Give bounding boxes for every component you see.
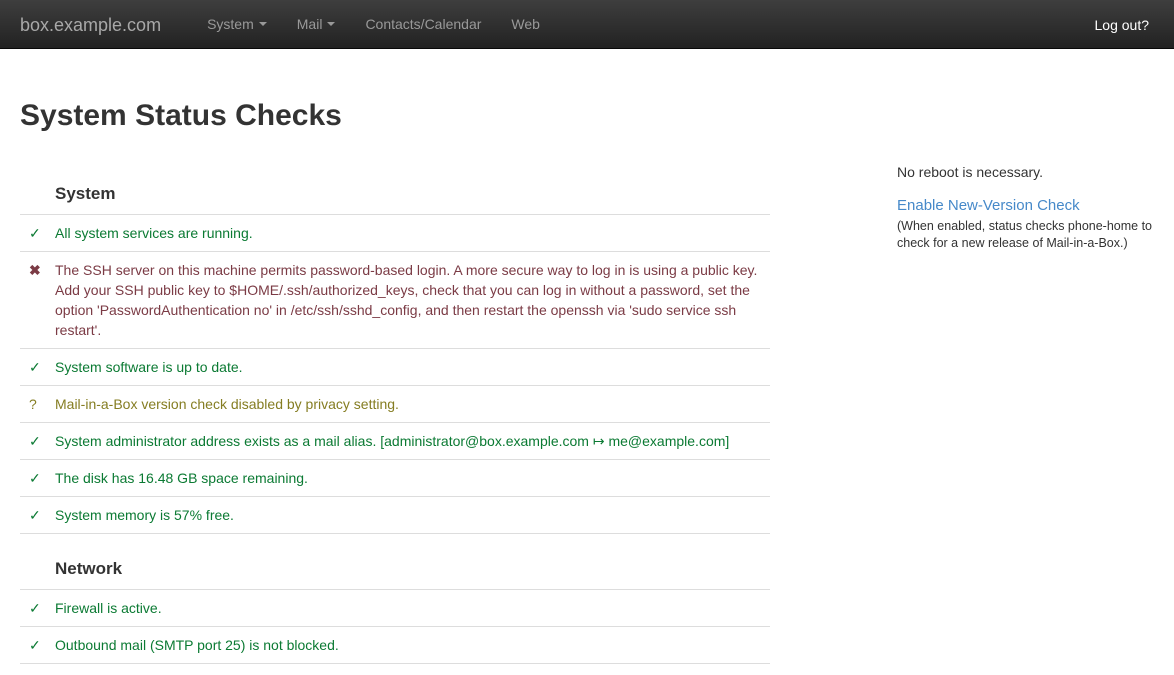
nav-contacts-calendar-label: Contacts/Calendar <box>365 14 481 34</box>
navbar: box.example.com System Mail Contacts/Cal… <box>0 0 1174 49</box>
nav-contacts-calendar[interactable]: Contacts/Calendar <box>350 0 496 48</box>
status-check-row: ✓ Firewall is active. <box>20 590 770 627</box>
status-check-row: ✖ The SSH server on this machine permits… <box>20 252 770 349</box>
status-check-row: ✓ The disk has 16.48 GB space remaining. <box>20 460 770 497</box>
status-ok-icon: ✓ <box>20 431 55 451</box>
reboot-status: No reboot is necessary. <box>897 162 1157 182</box>
caret-down-icon <box>327 22 335 26</box>
status-checks-panel: System Status Checks System ✓ All system… <box>20 49 770 664</box>
section-heading-system: System <box>20 184 770 215</box>
section-heading-network: Network <box>20 559 770 590</box>
nav-web-label: Web <box>511 14 540 34</box>
status-check-text: The SSH server on this machine permits p… <box>55 260 770 340</box>
status-check-text: System memory is 57% free. <box>55 505 770 525</box>
status-check-text: The disk has 16.48 GB space remaining. <box>55 468 770 488</box>
caret-down-icon <box>259 22 267 26</box>
nav-system[interactable]: System <box>192 0 282 48</box>
status-check-row: ✓ System memory is 57% free. <box>20 497 770 534</box>
status-error-icon: ✖ <box>20 260 55 340</box>
status-ok-icon: ✓ <box>20 505 55 525</box>
sidebar: No reboot is necessary. Enable New-Versi… <box>897 162 1157 252</box>
version-check-note: (When enabled, status checks phone-home … <box>897 218 1157 252</box>
status-check-row: ✓ System administrator address exists as… <box>20 423 770 460</box>
status-check-text: Mail-in-a-Box version check disabled by … <box>55 394 770 414</box>
status-check-row: ✓ All system services are running. <box>20 215 770 252</box>
brand-link[interactable]: box.example.com <box>0 0 176 48</box>
status-ok-icon: ✓ <box>20 468 55 488</box>
main-nav: System Mail Contacts/Calendar Web <box>192 0 555 48</box>
status-check-text: System software is up to date. <box>55 357 770 377</box>
page-title: System Status Checks <box>20 99 770 132</box>
status-ok-icon: ✓ <box>20 598 55 618</box>
nav-mail[interactable]: Mail <box>282 0 351 48</box>
logout-link[interactable]: Log out? <box>1080 0 1174 48</box>
status-warning-icon: ? <box>20 394 55 414</box>
status-check-text: Outbound mail (SMTP port 25) is not bloc… <box>55 635 770 655</box>
status-check-text: All system services are running. <box>55 223 770 243</box>
status-check-row: ✓ Outbound mail (SMTP port 25) is not bl… <box>20 627 770 664</box>
status-check-row: ✓ System software is up to date. <box>20 349 770 386</box>
status-ok-icon: ✓ <box>20 223 55 243</box>
nav-web[interactable]: Web <box>496 0 555 48</box>
nav-mail-label: Mail <box>297 14 323 34</box>
status-ok-icon: ✓ <box>20 635 55 655</box>
status-check-text: System administrator address exists as a… <box>55 431 770 451</box>
content: System Status Checks System ✓ All system… <box>0 49 1174 664</box>
enable-version-check-link[interactable]: Enable New-Version Check <box>897 196 1080 216</box>
nav-system-label: System <box>207 14 254 34</box>
status-ok-icon: ✓ <box>20 357 55 377</box>
status-check-text: Firewall is active. <box>55 598 770 618</box>
status-check-row: ? Mail-in-a-Box version check disabled b… <box>20 386 770 423</box>
